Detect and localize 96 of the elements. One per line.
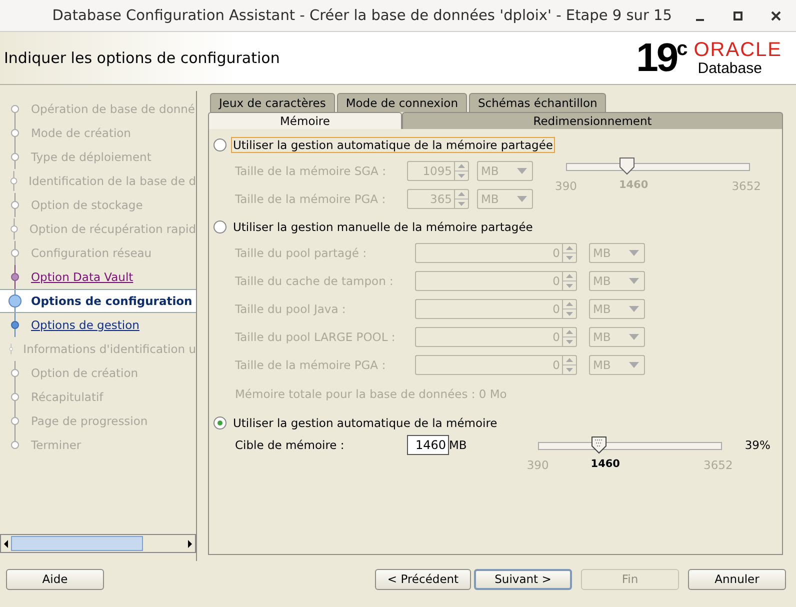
step-node-icon [8,169,20,193]
spinner-arrows-icon[interactable] [562,271,576,291]
caret-icon [629,362,639,368]
step-item[interactable]: Informations d'identification u [0,337,196,361]
radio-label[interactable]: Utiliser la gestion automatique de la mémoire [231,415,500,431]
dialog-button[interactable]: Annuler [688,568,786,590]
brand-name: ORACLE [694,40,782,60]
step-item[interactable]: Récapitulatif [0,385,196,409]
step-item[interactable]: Options de configuration [0,289,196,313]
caret-icon [629,250,639,256]
window-title: Database Configuration Assistant - Créer la base de données 'dploix' - Etape 9 sur 15 [52,8,672,24]
close-icon[interactable] [770,10,782,22]
radio-label[interactable]: Utiliser la gestion manuelle de la mémoire partagée [231,219,535,235]
field-label: Taille de la mémoire PGA : [235,358,387,372]
step-item[interactable]: Option de création [0,361,196,385]
step-node-icon [8,145,22,169]
tab[interactable]: Schémas échantillon [469,93,606,112]
field-label: Taille du pool LARGE POOL : [235,330,396,344]
slider-max-label: 3652 [704,458,733,472]
unit-label: MB [449,438,467,452]
unit-dropdown[interactable]: MB [589,355,645,375]
dialog-button[interactable]: < Précédent [375,568,471,590]
dialog-button[interactable]: Suivant > [474,568,572,590]
radio-button[interactable] [213,220,227,234]
step-item[interactable]: Terminer [0,433,196,457]
step-item[interactable]: Configuration réseau [0,241,196,265]
slider-value-label: 1460 [590,458,620,470]
unit-dropdown[interactable]: MB [589,243,645,263]
slider-max-label: 3652 [732,179,761,193]
unit-dropdown[interactable]: MB [589,327,645,347]
caret-icon [629,334,639,340]
spinner-arrows-icon[interactable] [562,243,576,263]
number-spinner[interactable]: 0 [415,271,577,291]
caret-icon [517,168,527,174]
unit-dropdown[interactable]: MB [477,161,533,181]
unit-dropdown[interactable]: MB [589,271,645,291]
number-spinner[interactable]: 365 [407,189,469,209]
unit-dropdown[interactable]: MB [477,189,533,209]
dialog-button[interactable]: Aide [6,568,104,590]
memory-target-input[interactable]: 1460 [407,435,449,455]
step-item[interactable]: Option de stockage [0,193,196,217]
number-spinner[interactable]: 0 [415,355,577,375]
step-node-icon [8,409,22,433]
radio-button[interactable] [213,416,227,430]
field-label: Taille du pool Java : [235,302,347,316]
radio-button[interactable] [213,138,227,152]
slider-min-label: 390 [526,458,549,472]
step-item[interactable]: Options de gestion [0,313,196,337]
horizontal-scrollbar[interactable] [0,534,196,553]
slider-min-label: 390 [555,179,577,193]
caret-icon [629,306,639,312]
unit-dropdown[interactable]: MB [589,299,645,319]
step-node-icon [8,290,22,312]
slider-thumb[interactable] [590,436,606,454]
spinner-arrows-icon[interactable] [562,299,576,319]
field-label: Taille du pool partagé : [235,246,368,260]
tab[interactable]: Jeux de caractères [210,93,335,112]
number-spinner[interactable]: 0 [415,243,577,263]
tab[interactable]: Mémoire [208,112,402,129]
total-memory-text: Mémoire totale pour la base de données : 0 Mo [235,386,508,403]
caret-icon [517,196,527,202]
step-item[interactable]: Opération de base de donné [0,97,196,121]
page-title: Indiquer les options de configuration [4,49,280,67]
field-label: Cible de mémoire : [235,438,346,452]
step-item[interactable]: Mode de création [0,121,196,145]
caret-icon [629,278,639,284]
field-label: Taille du cache de tampon : [235,274,394,288]
tab[interactable]: Redimensionnement [402,112,783,129]
slider-thumb[interactable] [618,157,635,175]
step-item[interactable]: Identification de la base de d [0,169,196,193]
spinner-arrows-icon[interactable] [562,327,576,347]
field-label: Taille de la mémoire PGA : [235,192,387,206]
step-node-icon [8,217,20,241]
product-name: Database [696,60,763,76]
radio-label[interactable]: Utiliser la gestion automatique de la mémoire partagée [231,137,555,153]
maximize-icon[interactable] [732,10,744,22]
version-number: 19$^{c}$ [636,38,688,78]
step-item[interactable]: Option Data Vault [0,265,196,289]
spinner-arrows-icon[interactable] [454,189,468,209]
step-node-icon [8,193,22,217]
slider-value-label: 1460 [618,179,648,191]
step-node-icon [8,121,22,145]
percent-label: 39% [744,438,770,452]
step-node-icon [8,241,22,265]
number-spinner[interactable]: 1095 [407,161,469,181]
tab[interactable]: Mode de connexion [336,93,467,112]
step-item[interactable]: Page de progression [0,409,196,433]
step-node-icon [8,385,22,409]
spinner-arrows-icon[interactable] [562,355,576,375]
step-node-icon [8,265,22,289]
step-item[interactable]: Type de déploiement [0,145,196,169]
step-item[interactable]: Option de récupération rapid [0,217,196,241]
number-spinner[interactable]: 0 [415,327,577,347]
field-label: Taille de la mémoire SGA : [235,164,387,178]
number-spinner[interactable]: 0 [415,299,577,319]
spinner-arrows-icon[interactable] [454,161,468,181]
